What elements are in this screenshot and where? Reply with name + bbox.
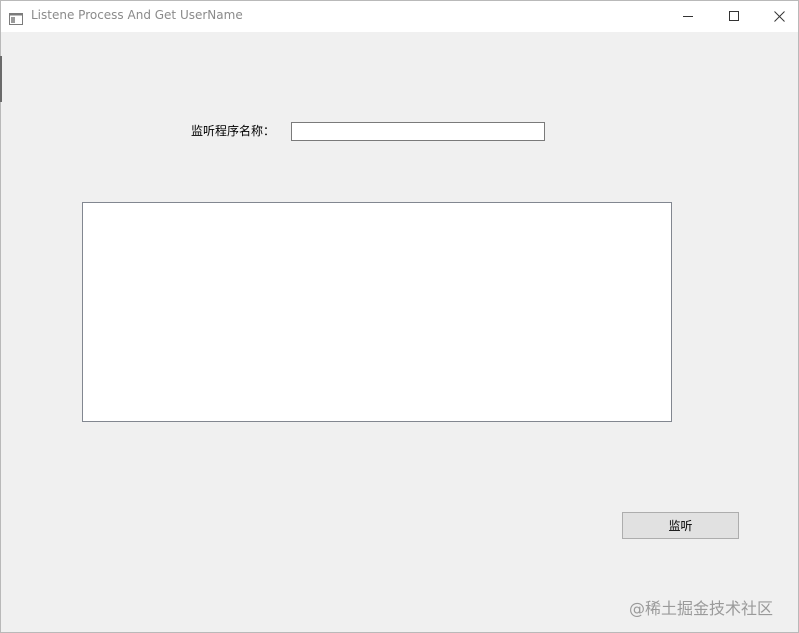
process-name-input[interactable] [291,122,545,141]
app-window: Listene Process And Get UserName 监听程序名称：… [0,0,799,633]
close-icon [773,10,785,22]
window-title: Listene Process And Get UserName [31,8,243,22]
maximize-icon [729,11,739,21]
listen-button[interactable]: 监听 [622,512,739,539]
title-bar[interactable]: Listene Process And Get UserName [1,1,798,32]
process-name-label: 监听程序名称： [191,124,276,138]
minimize-button[interactable] [665,1,711,31]
minimize-icon [683,11,693,21]
window-edge-marker [0,56,2,102]
output-textarea[interactable] [82,202,672,422]
close-button[interactable] [756,1,799,31]
watermark-text: @稀土掘金技术社区 [629,599,774,618]
maximize-button[interactable] [711,1,757,31]
app-window-icon [9,10,23,25]
